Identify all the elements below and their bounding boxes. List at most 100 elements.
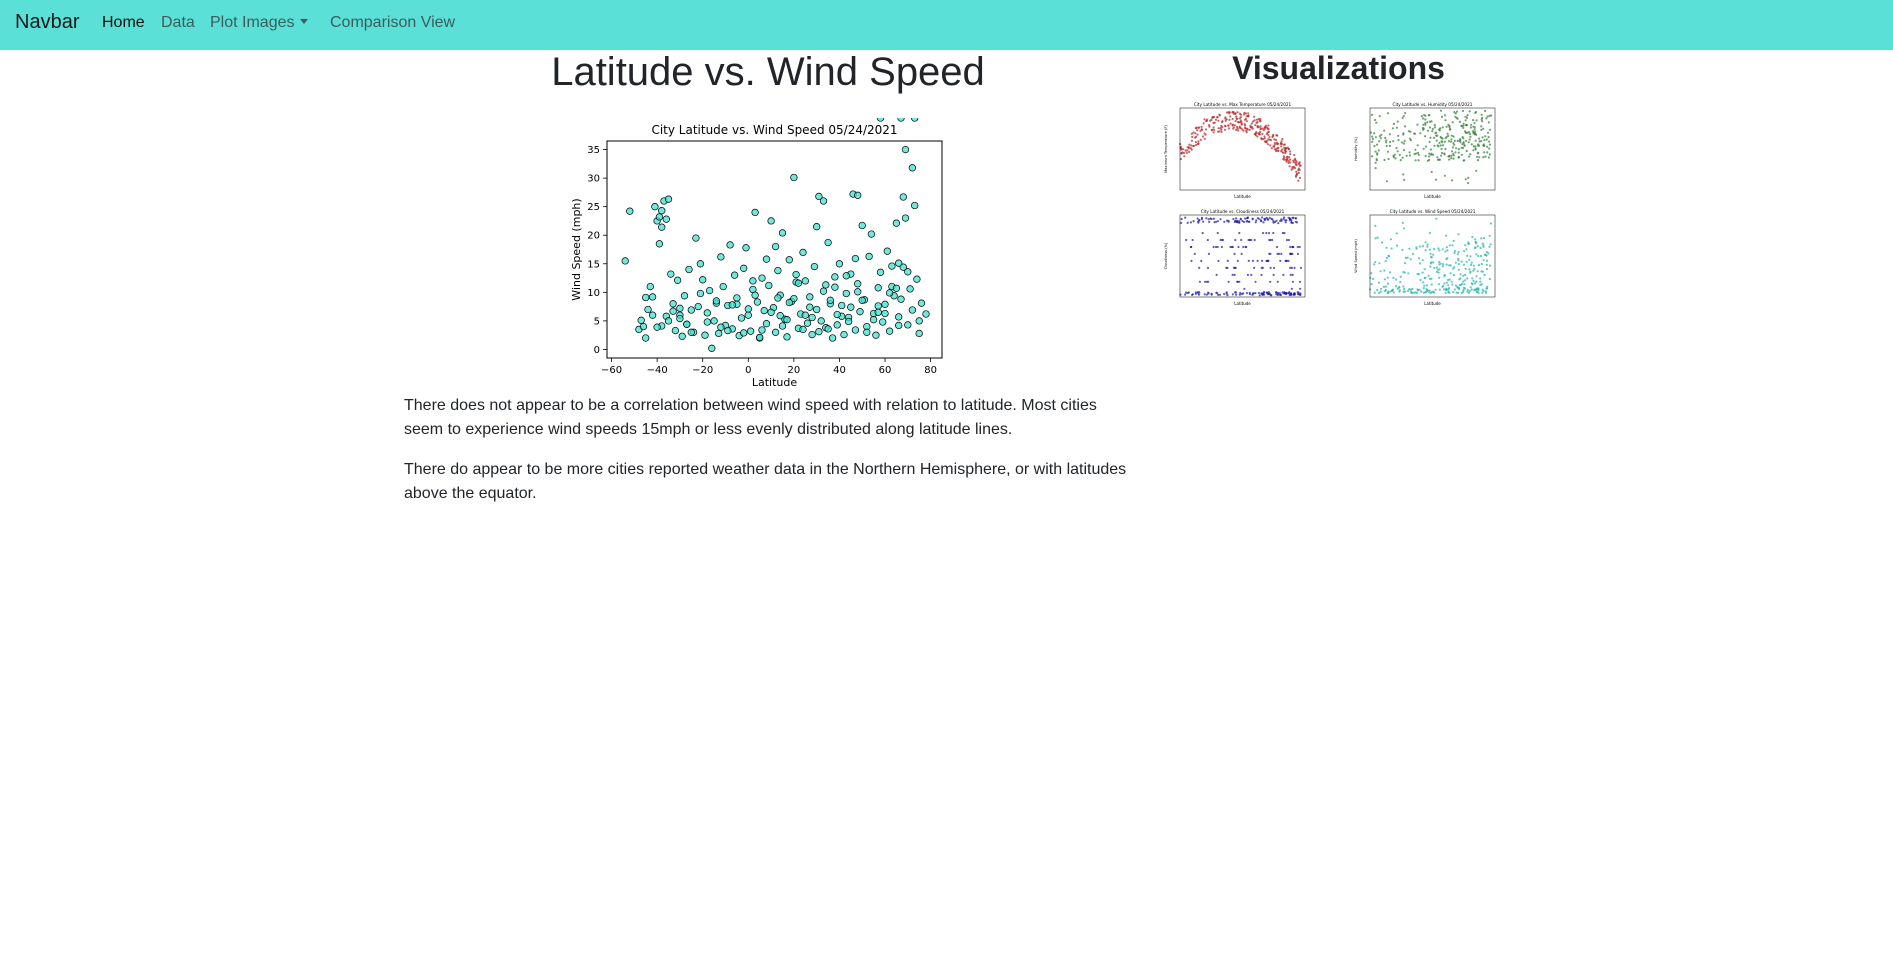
thumb-point	[1453, 143, 1456, 146]
data-point	[765, 281, 773, 290]
data-point	[671, 326, 680, 335]
thumb-point	[1398, 153, 1401, 157]
thumb-point	[1488, 143, 1491, 146]
nav-link-comparison-view[interactable]: Comparison View	[330, 14, 455, 32]
thumb-point	[1395, 126, 1398, 129]
thumb-point	[1462, 289, 1465, 292]
data-point	[621, 257, 629, 265]
thumb-point	[1220, 245, 1223, 249]
thumb-point	[1247, 238, 1250, 242]
thumb-point	[1184, 293, 1187, 296]
thumb-point	[1385, 256, 1388, 260]
thumb-point	[1250, 122, 1253, 125]
thumb-point	[1408, 151, 1411, 154]
thumb-point	[1385, 180, 1388, 183]
data-point	[833, 321, 841, 329]
thumb-point	[1411, 291, 1414, 294]
thumb-point	[1473, 282, 1476, 285]
thumb-point	[1240, 123, 1243, 126]
thumb-point	[1466, 114, 1469, 117]
thumb-point	[1185, 151, 1188, 154]
data-point	[842, 289, 850, 298]
nav-link-data[interactable]: Data	[161, 14, 195, 32]
thumbnail-humidity[interactable]: City Latitude vs. Humidity 05/24/2021 Lat…	[1350, 100, 1540, 205]
y-tick-label: 25	[587, 202, 600, 213]
thumb-point	[1207, 292, 1210, 295]
thumb-title: City Latitude vs. Cloudiness 05/24/2021	[1201, 209, 1285, 214]
data-point	[842, 272, 850, 280]
thumb-point	[1296, 291, 1299, 294]
thumb-point	[1375, 121, 1378, 124]
thumb-point	[1196, 217, 1199, 220]
data-point	[922, 310, 930, 318]
thumbnail-cloudiness[interactable]: City Latitude vs. Cloudiness 05/24/2021 L…	[1160, 207, 1350, 312]
thumb-point	[1226, 294, 1229, 297]
thumb-point	[1482, 258, 1485, 262]
thumb-point	[1457, 291, 1460, 294]
data-point	[803, 319, 812, 327]
thumb-point	[1265, 231, 1268, 235]
data-point	[835, 260, 844, 268]
thumb-point	[1403, 125, 1407, 128]
thumb-x-label: Latitude	[1424, 301, 1441, 306]
thumb-point	[1260, 273, 1263, 276]
thumb-point	[1392, 122, 1396, 125]
thumb-point	[1232, 127, 1235, 130]
thumb-point	[1455, 110, 1459, 113]
thumb-point	[1398, 289, 1401, 292]
thumb-point	[1376, 153, 1379, 156]
data-point	[904, 321, 912, 329]
nav-dropdown-label: Plot Images	[210, 14, 295, 31]
thumb-point	[1429, 136, 1432, 139]
thumb-point	[1422, 287, 1425, 290]
data-point	[792, 270, 800, 279]
thumb-point	[1461, 143, 1464, 146]
navbar-brand[interactable]: Navbar	[15, 11, 79, 34]
thumb-point	[1441, 265, 1444, 268]
thumb-point	[1444, 291, 1447, 294]
thumb-point	[1426, 159, 1429, 162]
thumb-point	[1434, 178, 1438, 181]
thumb-point	[1234, 238, 1237, 242]
thumb-point	[1444, 137, 1447, 140]
thumb-point	[1267, 259, 1270, 262]
thumbnail-max-temperature[interactable]: City Latitude vs. Max Temperature 05/24/…	[1160, 100, 1350, 205]
thumb-point	[1374, 260, 1377, 264]
thumb-point	[1200, 216, 1204, 219]
thumb-point	[1217, 259, 1220, 262]
thumb-point	[1462, 280, 1465, 283]
data-point	[648, 293, 657, 301]
data-point	[833, 310, 841, 319]
thumb-point	[1424, 276, 1427, 279]
thumb-point	[1485, 117, 1488, 120]
thumb-point	[1205, 217, 1208, 220]
thumb-point	[1299, 266, 1303, 269]
data-point	[699, 276, 707, 284]
thumb-point	[1478, 140, 1481, 143]
nav-link-home[interactable]: Home	[102, 14, 145, 32]
thumb-point	[1450, 154, 1453, 157]
thumb-point	[1442, 263, 1445, 266]
data-point	[858, 296, 866, 304]
thumb-point	[1287, 291, 1290, 295]
thumb-title: City Latitude vs. Max Temperature 05/24/…	[1194, 102, 1292, 107]
thumb-point	[1261, 216, 1264, 219]
thumb-point	[1197, 293, 1201, 296]
thumb-point	[1395, 232, 1398, 235]
y-tick-label: 15	[587, 259, 600, 270]
thumb-point	[1287, 216, 1290, 219]
nav-dropdown-plot-images[interactable]: Plot Images	[210, 14, 309, 32]
data-point	[885, 327, 894, 335]
thumb-point	[1383, 289, 1386, 293]
thumb-point	[1218, 130, 1221, 133]
thumb-point	[1371, 155, 1374, 158]
thumb-point	[1264, 126, 1267, 129]
data-point	[771, 328, 780, 336]
thumb-point	[1293, 153, 1296, 157]
data-point	[854, 191, 862, 199]
thumbnail-wind-speed[interactable]: City Latitude vs. Wind Speed 05/24/2021 L…	[1350, 207, 1540, 312]
thumb-point	[1414, 291, 1417, 294]
thumb-point	[1445, 263, 1448, 266]
thumb-point	[1245, 115, 1248, 118]
thumb-point	[1247, 259, 1250, 262]
